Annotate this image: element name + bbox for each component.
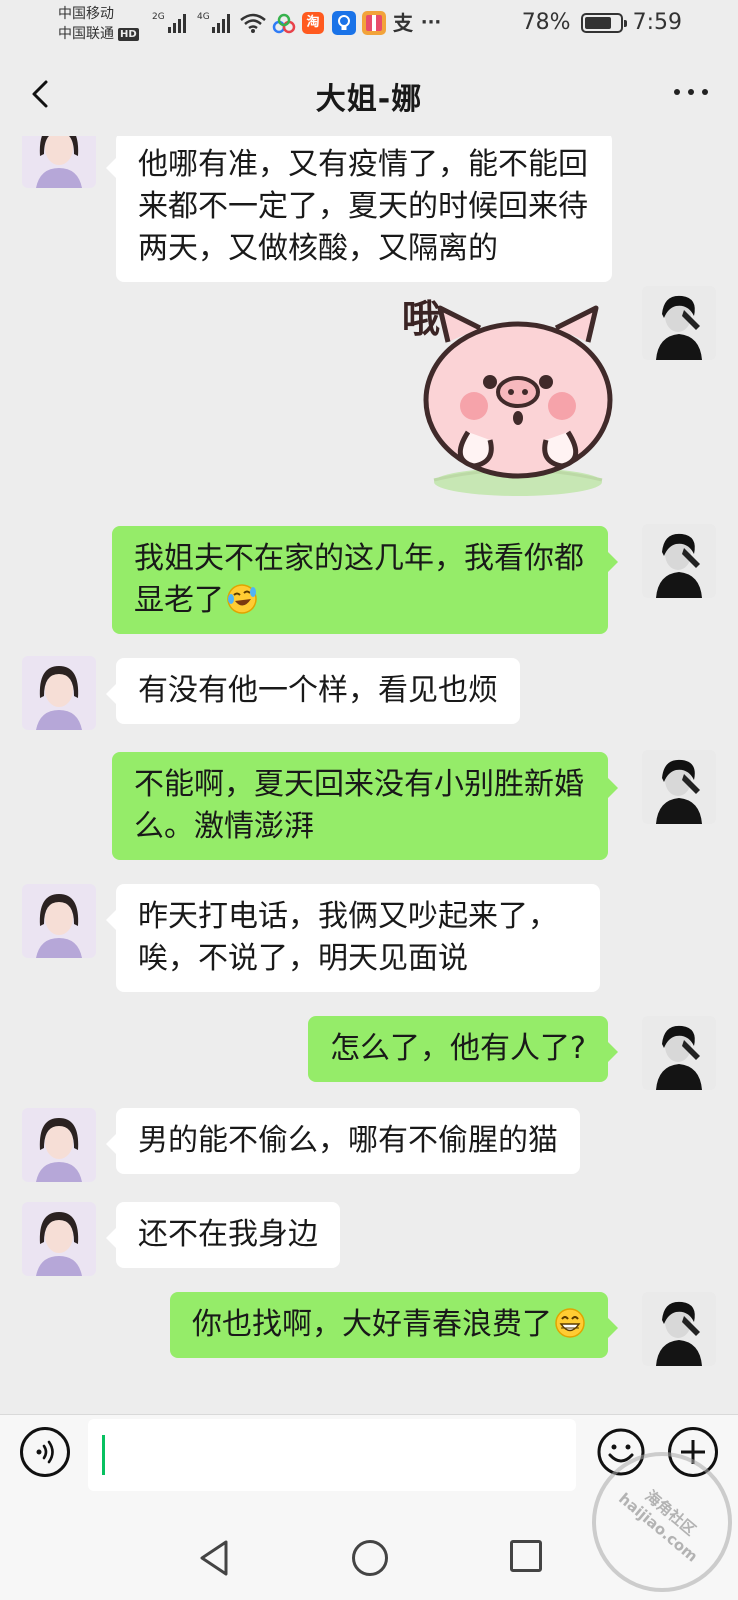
triangle-back-icon[interactable] bbox=[196, 1538, 232, 1578]
wifi-icon bbox=[240, 13, 266, 33]
my-avatar[interactable] bbox=[642, 286, 716, 360]
battery-icon bbox=[580, 12, 627, 33]
hd-badge: HD bbox=[118, 27, 139, 41]
message-bubble-in[interactable]: 昨天打电话，我俩又吵起来了， 唉，不说了，明天见面说 bbox=[106, 884, 600, 992]
clock: 7:59 bbox=[632, 10, 682, 35]
message-bubble-in[interactable]: 还不在我身边 bbox=[106, 1202, 340, 1268]
network-type-1: 2G bbox=[152, 12, 165, 22]
chat-title: 大姐-娜 bbox=[315, 82, 423, 117]
contact-avatar[interactable] bbox=[22, 136, 96, 188]
message-input[interactable] bbox=[88, 1419, 576, 1491]
carrier-2: 中国联通 bbox=[58, 26, 114, 42]
status-bar: 中国移动 中国联通 HD 2G 4G 淘 支 ··· 78% 7:59 bbox=[0, 0, 738, 52]
grinning-emoji-icon bbox=[555, 1308, 585, 1338]
battery-percent: 78% bbox=[521, 10, 571, 35]
my-avatar[interactable] bbox=[642, 1016, 716, 1090]
contact-avatar[interactable] bbox=[22, 884, 96, 958]
pig-sticker[interactable]: 哦 bbox=[398, 282, 618, 502]
message-text: 你也找啊，大好青春浪费了 bbox=[192, 1307, 552, 1342]
cloud-app-icon bbox=[272, 13, 296, 34]
contact-avatar[interactable] bbox=[22, 1202, 96, 1276]
my-avatar[interactable] bbox=[642, 524, 716, 598]
battery-fill bbox=[584, 16, 612, 29]
signal-icon-2 bbox=[212, 13, 230, 33]
message-bubble-in[interactable]: 男的能不偷么，哪有不偷腥的猫 bbox=[106, 1108, 580, 1174]
message-bubble-out[interactable]: 你也找啊，大好青春浪费了 bbox=[170, 1292, 618, 1358]
my-avatar[interactable] bbox=[642, 1292, 716, 1366]
message-list[interactable]: 他哪有准，又有疫情了，能不能回 来都不一定了，夏天的时候回来待 两天，又做核酸，… bbox=[0, 136, 738, 1414]
chat-header: 大姐-娜 bbox=[0, 52, 738, 136]
sticker-caption: 哦 bbox=[402, 297, 441, 341]
text-caret bbox=[102, 1435, 105, 1475]
message-bubble-in[interactable]: 他哪有准，又有疫情了，能不能回 来都不一定了，夏天的时候回来待 两天，又做核酸，… bbox=[106, 136, 612, 282]
circle-home-icon[interactable] bbox=[352, 1540, 388, 1576]
overflow-icon: ··· bbox=[420, 12, 442, 33]
status-right: 78% 7:59 bbox=[522, 10, 682, 35]
alipay-icon: 支 bbox=[393, 11, 413, 35]
lightbulb-app-icon bbox=[332, 11, 356, 35]
network-type-2: 4G bbox=[197, 12, 210, 22]
message-bubble-in[interactable]: 有没有他一个样，看见也烦 bbox=[106, 658, 520, 724]
store-app-icon bbox=[362, 11, 386, 35]
carrier-1: 中国移动 bbox=[58, 6, 114, 22]
message-bubble-out[interactable]: 不能啊，夏天回来没有小别胜新婚 么。激情澎湃 bbox=[112, 752, 618, 860]
carrier-info: 中国移动 中国联通 HD bbox=[58, 4, 139, 44]
laughing-crying-emoji-icon bbox=[227, 584, 257, 614]
contact-avatar[interactable] bbox=[22, 1108, 96, 1182]
voice-icon[interactable] bbox=[20, 1427, 70, 1477]
contact-avatar[interactable] bbox=[22, 656, 96, 730]
my-avatar[interactable] bbox=[642, 750, 716, 824]
more-dots-icon[interactable] bbox=[668, 72, 714, 112]
message-text: 我姐夫不在家的这几年，我看你都 显老了 bbox=[134, 541, 584, 618]
message-bubble-out[interactable]: 怎么了，他有人了? bbox=[308, 1016, 618, 1082]
signal-icon bbox=[168, 13, 186, 33]
taobao-icon: 淘 bbox=[302, 12, 324, 34]
square-recent-icon[interactable] bbox=[510, 1540, 542, 1572]
message-bubble-out[interactable]: 我姐夫不在家的这几年，我看你都 显老了 bbox=[112, 526, 618, 634]
